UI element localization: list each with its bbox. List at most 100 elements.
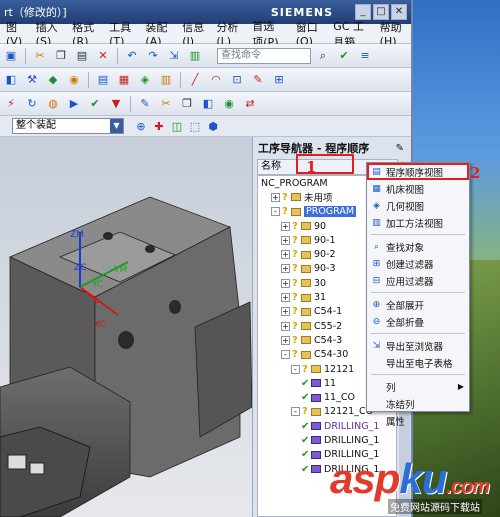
program-view-icon[interactable]: ▤ xyxy=(94,71,112,89)
layer-icon[interactable]: ≡ xyxy=(356,47,374,65)
tool-icon[interactable]: ✔ xyxy=(335,47,353,65)
delete-icon[interactable]: ✕ xyxy=(94,47,112,65)
folder-icon xyxy=(301,264,311,273)
cut-operation-icon[interactable]: ✂ xyxy=(157,95,175,113)
watermark-com: .com xyxy=(446,476,490,498)
folder-icon xyxy=(301,350,311,359)
shading-icon[interactable]: ⬢ xyxy=(204,117,222,135)
tree-row[interactable]: ✔ DRILLING_1 xyxy=(258,433,396,447)
menu-item-icon: ⇲ xyxy=(372,340,381,351)
generate-icon[interactable]: ⚡ xyxy=(2,95,20,113)
context-menu-item-label: 查找对象 xyxy=(386,242,425,254)
expand-icon[interactable]: + xyxy=(281,221,290,231)
context-menu-item[interactable]: ▤ 程序顺序视图 xyxy=(367,163,469,180)
window-icon[interactable]: ▥ xyxy=(186,47,204,65)
context-menu-item-label: 全部折叠 xyxy=(386,317,425,329)
view-icon[interactable]: ▣ xyxy=(2,47,20,65)
measure-icon[interactable]: ⊞ xyxy=(270,71,288,89)
pin-icon[interactable]: ✎ xyxy=(396,143,404,154)
transform-icon[interactable]: ⇄ xyxy=(241,95,259,113)
status-pending-icon: ? xyxy=(292,249,298,261)
postprocess-icon[interactable]: ▶ xyxy=(65,95,83,113)
verify-icon[interactable]: ◍ xyxy=(44,95,62,113)
create-method-icon[interactable]: ◉ xyxy=(65,71,83,89)
machine-view-icon[interactable]: ▦ xyxy=(115,71,133,89)
context-menu-item[interactable]: ▦ 机床视图 xyxy=(367,180,469,197)
create-tool-icon[interactable]: ⚒ xyxy=(23,71,41,89)
annotation-box-1 xyxy=(296,154,354,174)
tree-root-label: NC_PROGRAM xyxy=(261,177,328,189)
curve-icon[interactable]: ╱ xyxy=(186,71,204,89)
copy-icon[interactable]: ❐ xyxy=(52,47,70,65)
expand-icon[interactable]: + xyxy=(271,192,280,202)
graphics-viewport[interactable]: ZM ZC YM YC XC xyxy=(0,137,252,517)
close-button[interactable]: ✕ xyxy=(391,4,407,20)
output-icon[interactable]: ▼ xyxy=(107,95,125,113)
expand-icon[interactable]: + xyxy=(281,335,290,345)
replay-icon[interactable]: ↻ xyxy=(23,95,41,113)
snap-icon[interactable]: ⊡ xyxy=(228,71,246,89)
status-ok-icon: ✔ xyxy=(301,377,310,389)
context-menu-item[interactable]: ⊞ 创建过滤器 xyxy=(367,255,469,272)
select-mode-icon[interactable]: ⬚ xyxy=(186,117,204,135)
menu-separator xyxy=(371,292,465,293)
redo-icon[interactable]: ↷ xyxy=(144,47,162,65)
assembly-filter-select[interactable]: 整个装配 ▼ xyxy=(12,118,124,134)
tree-row-label: 90-1 xyxy=(314,234,336,246)
cut-icon[interactable]: ✂ xyxy=(31,47,49,65)
expand-icon[interactable]: + xyxy=(281,293,290,303)
axis-label-ym: YM xyxy=(113,265,127,275)
shop-doc-icon[interactable]: ✔ xyxy=(86,95,104,113)
maximize-button[interactable]: □ xyxy=(373,4,389,20)
edit-icon[interactable]: ✎ xyxy=(136,95,154,113)
method-view-icon[interactable]: ▥ xyxy=(157,71,175,89)
context-menu-item[interactable]: ▥ 加工方法视图 xyxy=(367,214,469,231)
create-geometry-icon[interactable]: ◆ xyxy=(44,71,62,89)
status-pending-icon: ? xyxy=(292,292,298,304)
sketch-icon[interactable]: ✎ xyxy=(249,71,267,89)
copy-operation-icon[interactable]: ❐ xyxy=(178,95,196,113)
paste-icon[interactable]: ▤ xyxy=(73,47,91,65)
context-menu-item[interactable]: 列 ▶ xyxy=(367,378,469,395)
expand-icon[interactable]: + xyxy=(281,264,290,274)
context-menu-item[interactable]: 导出至电子表格 xyxy=(367,354,469,371)
plane-filter-icon[interactable]: ◫ xyxy=(168,117,186,135)
point-filter-icon[interactable]: ✚ xyxy=(150,117,168,135)
context-menu-item-label: 冻结列 xyxy=(386,399,415,411)
collapse-icon[interactable]: - xyxy=(281,350,290,360)
display-icon[interactable]: ◉ xyxy=(220,95,238,113)
undo-icon[interactable]: ↶ xyxy=(123,47,141,65)
expand-icon[interactable]: + xyxy=(281,307,290,317)
create-program-icon[interactable]: ◧ xyxy=(2,71,20,89)
navigator-context-menu: ▤ 程序顺序视图 ▦ 机床视图 ◈ 几何视图 ▥ 加工方法视图 ⌕ 查找对象 ⊞ 创建过滤器 ⊟ 应用过滤… xyxy=(366,162,470,428)
context-menu-item[interactable]: ◈ 几何视图 xyxy=(367,197,469,214)
object-icon[interactable]: ◧ xyxy=(199,95,217,113)
collapse-icon[interactable]: - xyxy=(291,407,300,417)
arc-icon[interactable]: ◠ xyxy=(207,71,225,89)
expand-icon[interactable]: + xyxy=(281,278,290,288)
collapse-icon[interactable]: - xyxy=(271,207,280,217)
context-menu-item[interactable]: ⊖ 全部折叠 xyxy=(367,313,469,330)
collapse-icon[interactable]: - xyxy=(291,364,300,374)
select-icon[interactable]: ⇲ xyxy=(165,47,183,65)
expand-icon[interactable]: + xyxy=(281,250,290,260)
context-menu-item[interactable]: 冻结列 xyxy=(367,395,469,412)
operation-icon xyxy=(311,450,321,459)
context-menu-item-label: 加工方法视图 xyxy=(386,218,444,230)
context-menu-item[interactable]: 属性 xyxy=(367,412,469,429)
context-menu-item[interactable]: ⇲ 导出至浏览器 xyxy=(367,337,469,354)
context-menu-item[interactable]: ⊟ 应用过滤器 xyxy=(367,272,469,289)
operation-toolbar: ⚡ ↻ ◍ ▶ ✔ ▼ ✎ ✂ ❐ ◧ ◉ ⇄ xyxy=(0,92,411,116)
chevron-down-icon[interactable]: ▼ xyxy=(110,119,123,133)
search-icon[interactable]: ⌕ xyxy=(314,47,332,65)
command-search-input[interactable]: 查找命令 xyxy=(217,47,311,64)
menu-item-icon: ⊖ xyxy=(372,316,381,327)
expand-icon[interactable]: + xyxy=(281,235,290,245)
snap-point-icon[interactable]: ⊕ xyxy=(132,117,150,135)
status-pending-icon: ? xyxy=(292,320,298,332)
expand-icon[interactable]: + xyxy=(281,321,290,331)
context-menu-item[interactable]: ⌕ 查找对象 xyxy=(367,238,469,255)
geometry-view-icon[interactable]: ◈ xyxy=(136,71,154,89)
folder-icon xyxy=(291,193,301,202)
context-menu-item[interactable]: ⊕ 全部展开 xyxy=(367,296,469,313)
